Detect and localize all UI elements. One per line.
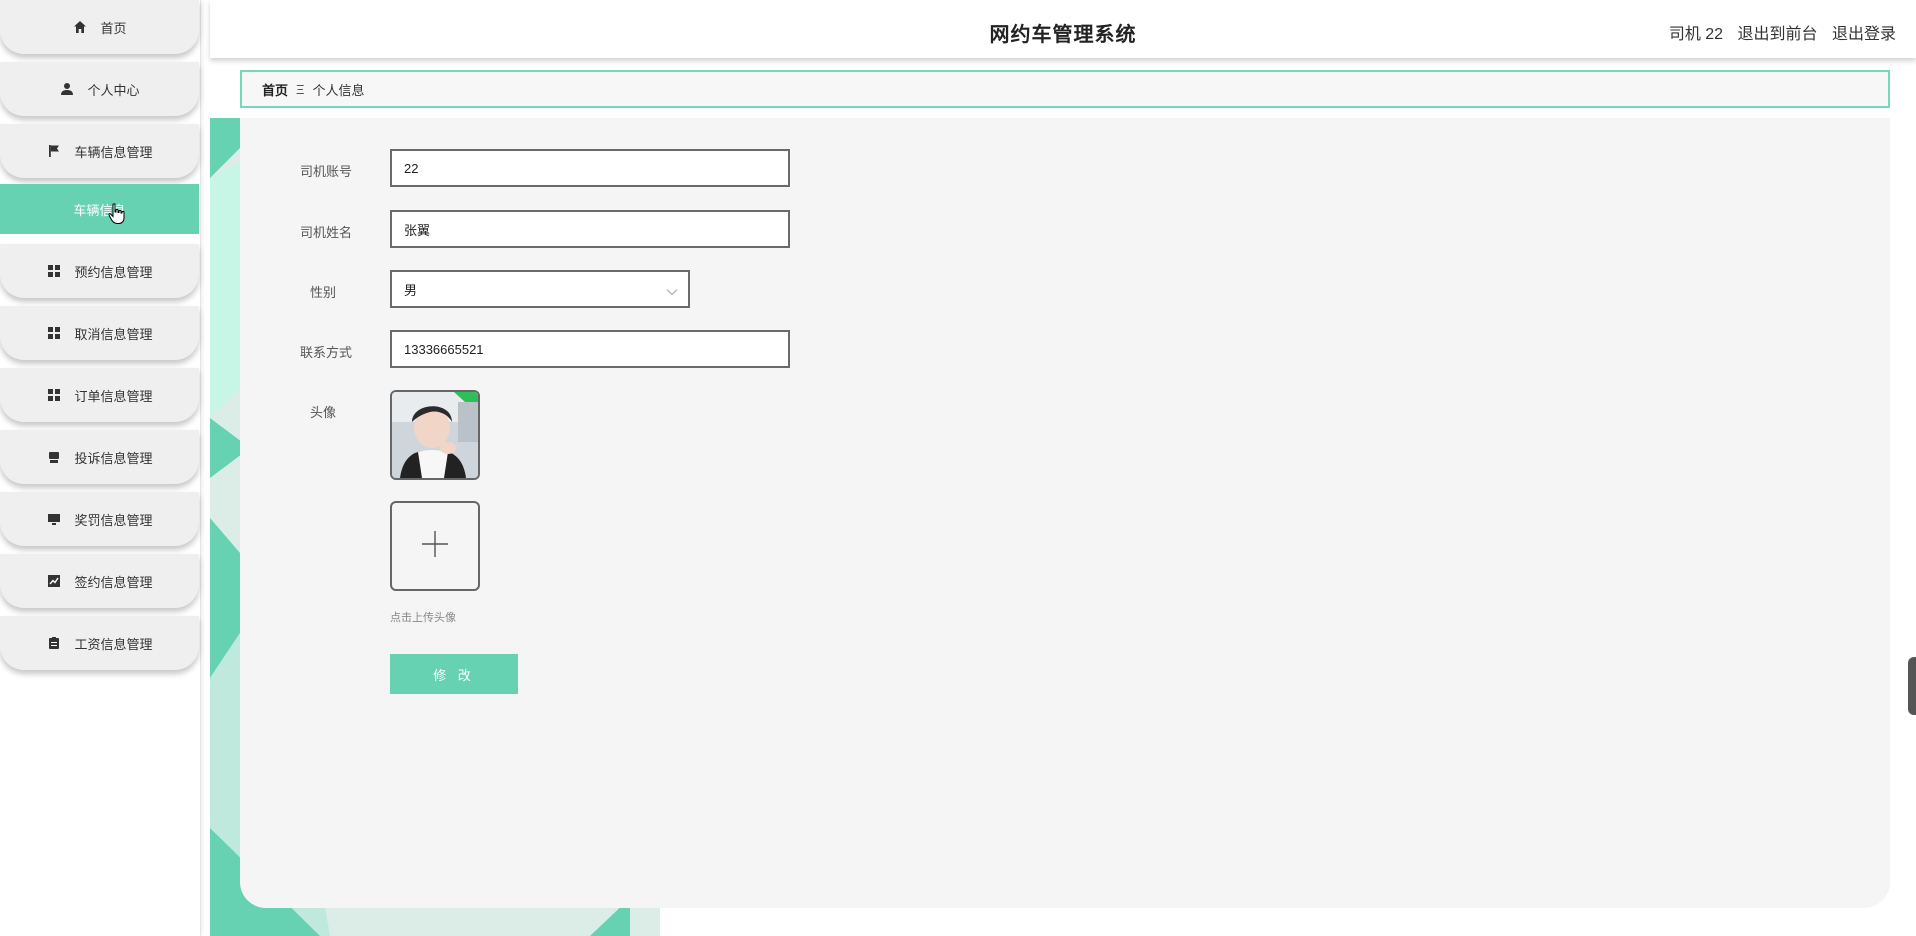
sidebar-item-label: 奖罚信息管理	[74, 512, 153, 528]
avatar-label: 头像	[309, 405, 336, 420]
sidebar-item-booking-management[interactable]: 预约信息管理	[0, 244, 199, 298]
account-input[interactable]: 22	[390, 149, 790, 187]
sidebar-item-cancel-management[interactable]: 取消信息管理	[0, 306, 199, 360]
chart-icon	[46, 573, 62, 589]
upload-tip: 点击上传头像	[390, 612, 456, 624]
logout-link[interactable]: 退出登录	[1832, 26, 1896, 43]
back-to-frontend-link[interactable]: 退出到前台	[1738, 26, 1818, 43]
breadcrumb-home[interactable]: 首页	[262, 80, 288, 99]
breadcrumb-current: 个人信息	[312, 82, 365, 98]
grid-icon	[46, 325, 62, 341]
sidebar-subitem-vehicle-info[interactable]: 车辆信息	[0, 184, 199, 234]
name-input[interactable]: 张翼	[390, 210, 790, 248]
sidebar-item-label: 投诉信息管理	[74, 450, 153, 466]
flag-icon	[46, 143, 62, 159]
gender-label: 性别	[309, 285, 336, 300]
plus-icon	[421, 530, 449, 563]
sidebar-item-personal-center[interactable]: 个人中心	[0, 62, 199, 116]
sidebar-item-label: 订单信息管理	[74, 388, 153, 404]
gender-select[interactable]: 男	[390, 270, 690, 308]
sidebar-item-label: 车辆信息管理	[74, 144, 153, 160]
user-icon	[59, 81, 75, 97]
user-area: 司机 22 退出到前台 退出登录	[1659, 20, 1896, 44]
sidebar-item-home[interactable]: 首页	[0, 0, 199, 54]
sidebar-item-vehicle-management[interactable]: 车辆信息管理	[0, 124, 199, 178]
sidebar: 首页 个人中心 车辆信息管理 车辆信息 预约信息管理 取消信息管理 订单信息管理	[0, 0, 201, 936]
clipboard-icon	[46, 635, 62, 651]
breadcrumb: 首页 Ξ 个人信息	[240, 70, 1890, 108]
profile-form-card: 司机账号 22 司机姓名 张翼 性别 男 联系方式 13336665521 头像…	[240, 118, 1890, 908]
sidebar-item-reward-penalty-management[interactable]: 奖罚信息管理	[0, 492, 199, 546]
phone-input[interactable]: 13336665521	[390, 330, 790, 368]
account-label: 司机账号	[299, 164, 352, 179]
sidebar-item-order-management[interactable]: 订单信息管理	[0, 368, 199, 422]
chevron-down-icon	[666, 284, 678, 299]
sidebar-item-label: 个人中心	[87, 82, 140, 98]
grid-icon	[46, 387, 62, 403]
gender-selected-value: 男	[404, 282, 418, 298]
sidebar-item-label: 工资信息管理	[74, 636, 153, 652]
name-label: 司机姓名	[299, 225, 352, 240]
monitor-icon	[46, 511, 62, 527]
current-user-label: 司机 22	[1668, 26, 1724, 43]
sidebar-item-label: 签约信息管理	[74, 574, 153, 590]
sidebar-item-label: 取消信息管理	[74, 326, 153, 342]
sidebar-item-label: 首页	[100, 20, 127, 36]
sidebar-item-salary-management[interactable]: 工资信息管理	[0, 616, 199, 670]
top-bar: 网约车管理系统 司机 22 退出到前台 退出登录	[210, 0, 1916, 58]
avatar-upload-button[interactable]	[390, 501, 480, 591]
side-float-tab[interactable]	[1908, 657, 1916, 715]
avatar-image	[390, 390, 480, 480]
modify-button[interactable]: 修 改	[390, 654, 518, 694]
sidebar-item-contract-management[interactable]: 签约信息管理	[0, 554, 199, 608]
sidebar-item-label: 预约信息管理	[74, 264, 153, 280]
printer-icon	[46, 449, 62, 465]
phone-label: 联系方式	[299, 345, 352, 360]
breadcrumb-separator: Ξ	[296, 81, 305, 97]
pointer-cursor-icon	[108, 203, 126, 230]
sidebar-item-complaint-management[interactable]: 投诉信息管理	[0, 430, 199, 484]
grid-icon	[46, 263, 62, 279]
home-icon	[72, 19, 88, 35]
